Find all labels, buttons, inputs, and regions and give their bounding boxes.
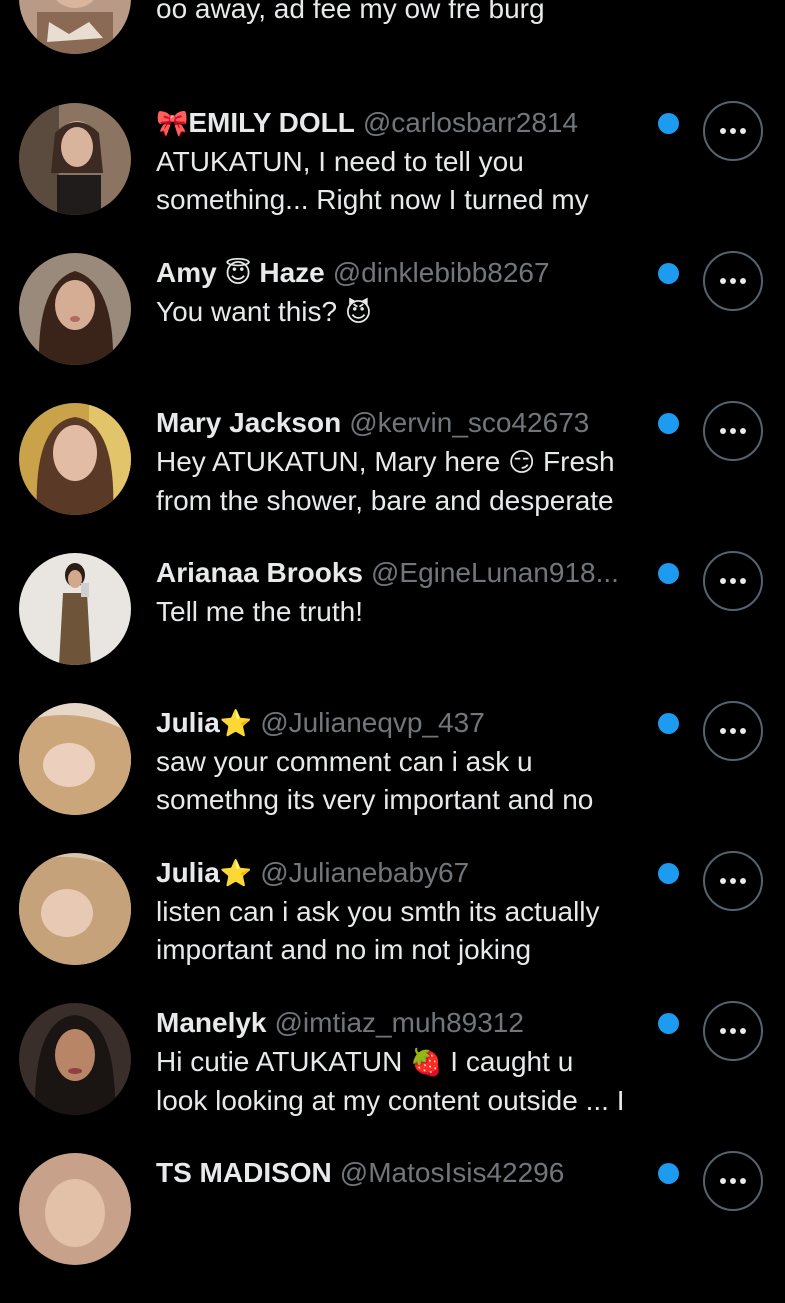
unread-indicator (658, 863, 679, 884)
conversation-header: 🎀EMILY DOLL @carlosbarr2814 (156, 103, 656, 143)
more-options-button[interactable] (703, 251, 763, 311)
display-name: Julia (156, 707, 220, 738)
more-options-button[interactable] (703, 851, 763, 911)
unread-indicator (658, 713, 679, 734)
more-options-button[interactable] (703, 401, 763, 461)
avatar[interactable] (19, 853, 131, 965)
message-preview-text: You want this? (156, 296, 338, 327)
message-preview: listen can i ask you smth its actually i… (156, 896, 600, 965)
conversation-header: Mary Jackson @kervin_sco42673 (156, 403, 656, 443)
conversation-header: Amy 😇 Haze @dinklebibb8267 (156, 253, 656, 293)
message-preview-text: Hey ATUKATUN, Mary here (156, 446, 501, 477)
conversation-header: Julia⭐ @Julianeqvp_437 (156, 703, 656, 743)
conversation-list: Enviou um link para você: ow that ca't o… (0, 0, 785, 1265)
display-name: Manelyk (156, 1007, 267, 1038)
unread-indicator (658, 413, 679, 434)
more-options-button[interactable] (703, 551, 763, 611)
message-preview: saw your comment can i ask u somethng it… (156, 746, 594, 815)
more-options-button[interactable] (703, 101, 763, 161)
avatar[interactable] (19, 103, 131, 215)
conversation-header: Arianaa Brooks @EgineLunan918... (156, 553, 656, 593)
conversation-item[interactable]: Mary Jackson @kervin_sco42673 Hey ATUKATU… (0, 401, 785, 553)
conversation-header: TS MADISON @MatosIsis42296 (156, 1153, 656, 1193)
message-preview: Hey ATUKATUN, Mary here 😏 Fresh from the… (156, 443, 676, 519)
display-name: Amy (156, 257, 217, 288)
smirk-emoji: 😏 (508, 448, 536, 478)
unread-indicator (658, 1163, 679, 1184)
message-preview-text: Hi cutie ATUKATUN (156, 1046, 403, 1077)
conversation-header: Manelyk @imtiaz_muh89312 (156, 1003, 656, 1043)
display-name: Julia (156, 857, 220, 888)
display-name: Mary Jackson (156, 407, 342, 438)
message-preview: Tell me the truth! (156, 596, 363, 627)
user-handle: @EgineLunan918... (370, 557, 619, 588)
conversation-item[interactable]: TS MADISON @MatosIsis42296 (0, 1151, 785, 1303)
conversation-item[interactable]: Arianaa Brooks @EgineLunan918... Tell me … (0, 551, 785, 703)
ribbon-emoji: 🎀 (156, 109, 189, 139)
user-handle: @MatosIsis42296 (339, 1157, 565, 1188)
user-handle: @Julianebaby67 (260, 857, 470, 888)
more-horizontal-icon (720, 428, 746, 434)
star-emoji: ⭐ (219, 709, 253, 739)
more-horizontal-icon (720, 578, 746, 584)
star-emoji: ⭐ (219, 859, 253, 889)
avatar[interactable] (19, 403, 131, 515)
devil-face-emoji: 😈 (344, 298, 372, 328)
more-horizontal-icon (720, 128, 746, 134)
conversation-item[interactable]: Enviou um link para você: ow that ca't o… (0, 0, 785, 102)
halo-face-emoji: 😇 (224, 259, 252, 289)
unread-indicator (658, 113, 679, 134)
conversation-item[interactable]: Julia⭐ @Julianeqvp_437 saw your comment c… (0, 701, 785, 853)
message-preview: You want this? 😈 (156, 293, 676, 332)
unread-indicator (658, 1013, 679, 1034)
display-name: EMILY DOLL (188, 107, 355, 138)
unread-indicator (658, 563, 679, 584)
conversation-item[interactable]: 🎀EMILY DOLL @carlosbarr2814 ATUKATUN, I n… (0, 101, 785, 253)
more-options-button[interactable] (703, 701, 763, 761)
avatar[interactable] (19, 703, 131, 815)
avatar[interactable] (19, 553, 131, 665)
more-horizontal-icon (720, 1028, 746, 1034)
more-horizontal-icon (720, 878, 746, 884)
avatar[interactable] (19, 1153, 131, 1265)
conversation-item[interactable]: Julia⭐ @Julianebaby67 listen can i ask yo… (0, 851, 785, 1003)
avatar[interactable] (19, 0, 131, 54)
message-preview: Hi cutie ATUKATUN 🍓 I caught u look look… (156, 1043, 676, 1119)
user-handle: @kervin_sco42673 (349, 407, 590, 438)
user-handle: @dinklebibb8267 (332, 257, 550, 288)
display-name-suffix: Haze (259, 257, 325, 288)
avatar[interactable] (19, 253, 131, 365)
user-handle: @imtiaz_muh89312 (274, 1007, 524, 1038)
more-horizontal-icon (720, 1178, 746, 1184)
conversation-item[interactable]: Amy 😇 Haze @dinklebibb8267 You want this?… (0, 251, 785, 403)
more-options-button[interactable] (703, 1151, 763, 1211)
strawberry-emoji: 🍓 (410, 1048, 443, 1078)
more-horizontal-icon (720, 728, 746, 734)
more-options-button[interactable] (703, 1001, 763, 1061)
more-horizontal-icon (720, 278, 746, 284)
display-name: Arianaa Brooks (156, 557, 363, 588)
avatar[interactable] (19, 1003, 131, 1115)
display-name: TS MADISON (156, 1157, 332, 1188)
message-preview: ATUKATUN, I need to tell you something..… (156, 146, 589, 215)
conversation-item[interactable]: Manelyk @imtiaz_muh89312 Hi cutie ATUKATU… (0, 1001, 785, 1153)
user-handle: @carlosbarr2814 (362, 107, 579, 138)
conversation-header: Julia⭐ @Julianebaby67 (156, 853, 656, 893)
message-preview: Enviou um link para você: ow that ca't o… (156, 0, 545, 24)
user-handle: @Julianeqvp_437 (260, 707, 485, 738)
unread-indicator (658, 263, 679, 284)
